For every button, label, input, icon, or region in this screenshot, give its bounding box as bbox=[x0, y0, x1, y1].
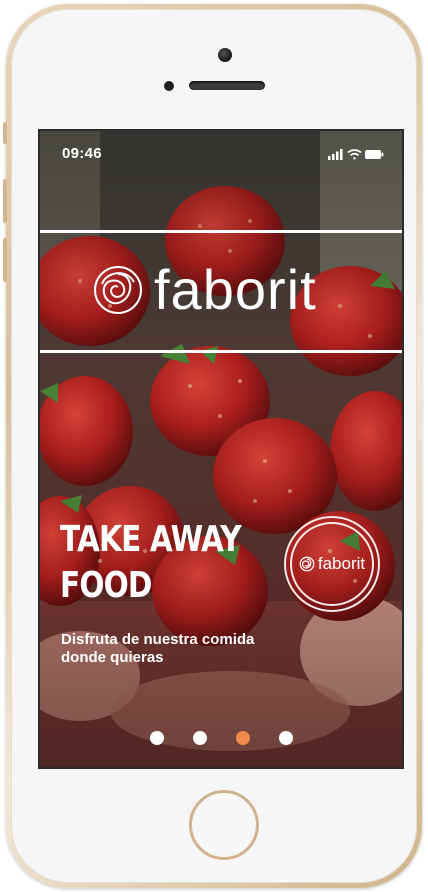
page-dot-3-active[interactable] bbox=[235, 731, 250, 745]
proximity-sensor bbox=[164, 81, 174, 91]
volume-down-button bbox=[3, 238, 7, 282]
faborit-badge: faborit bbox=[284, 516, 380, 612]
wifi-icon bbox=[347, 149, 362, 160]
headline-line-2: FOOD bbox=[60, 565, 152, 606]
app-screen: 09:46 faborit TAKE AWAY FOOD Disfruta de… bbox=[40, 131, 402, 767]
page-dot-2[interactable] bbox=[192, 731, 207, 745]
faborit-logo-icon bbox=[94, 266, 142, 314]
home-button[interactable] bbox=[189, 790, 259, 860]
volume-up-button bbox=[3, 179, 7, 223]
earpiece-speaker bbox=[189, 81, 265, 90]
status-time: 09:46 bbox=[62, 145, 102, 162]
signal-icon bbox=[328, 149, 343, 160]
brand-name: faborit bbox=[154, 258, 317, 321]
strawberries-background-image bbox=[40, 131, 402, 767]
mute-switch bbox=[3, 122, 7, 144]
divider-bottom bbox=[40, 350, 402, 353]
page-dot-4[interactable] bbox=[278, 731, 293, 745]
promo-headline: TAKE AWAY FOOD bbox=[60, 517, 242, 609]
status-icons bbox=[328, 147, 384, 165]
brand-logo: faborit bbox=[92, 262, 317, 318]
front-camera bbox=[218, 48, 232, 62]
battery-icon bbox=[365, 150, 384, 159]
badge-brand-name: faborit bbox=[317, 554, 366, 573]
faborit-logo-icon bbox=[299, 556, 315, 572]
page-dot-1[interactable] bbox=[149, 731, 164, 745]
badge-inner-ring: faborit bbox=[290, 522, 374, 606]
promo-subtitle: Disfruta de nuestra comida donde quieras bbox=[61, 631, 255, 666]
headline-line-1: TAKE AWAY bbox=[60, 519, 242, 560]
divider-top bbox=[40, 230, 402, 233]
page-indicator bbox=[40, 731, 402, 745]
